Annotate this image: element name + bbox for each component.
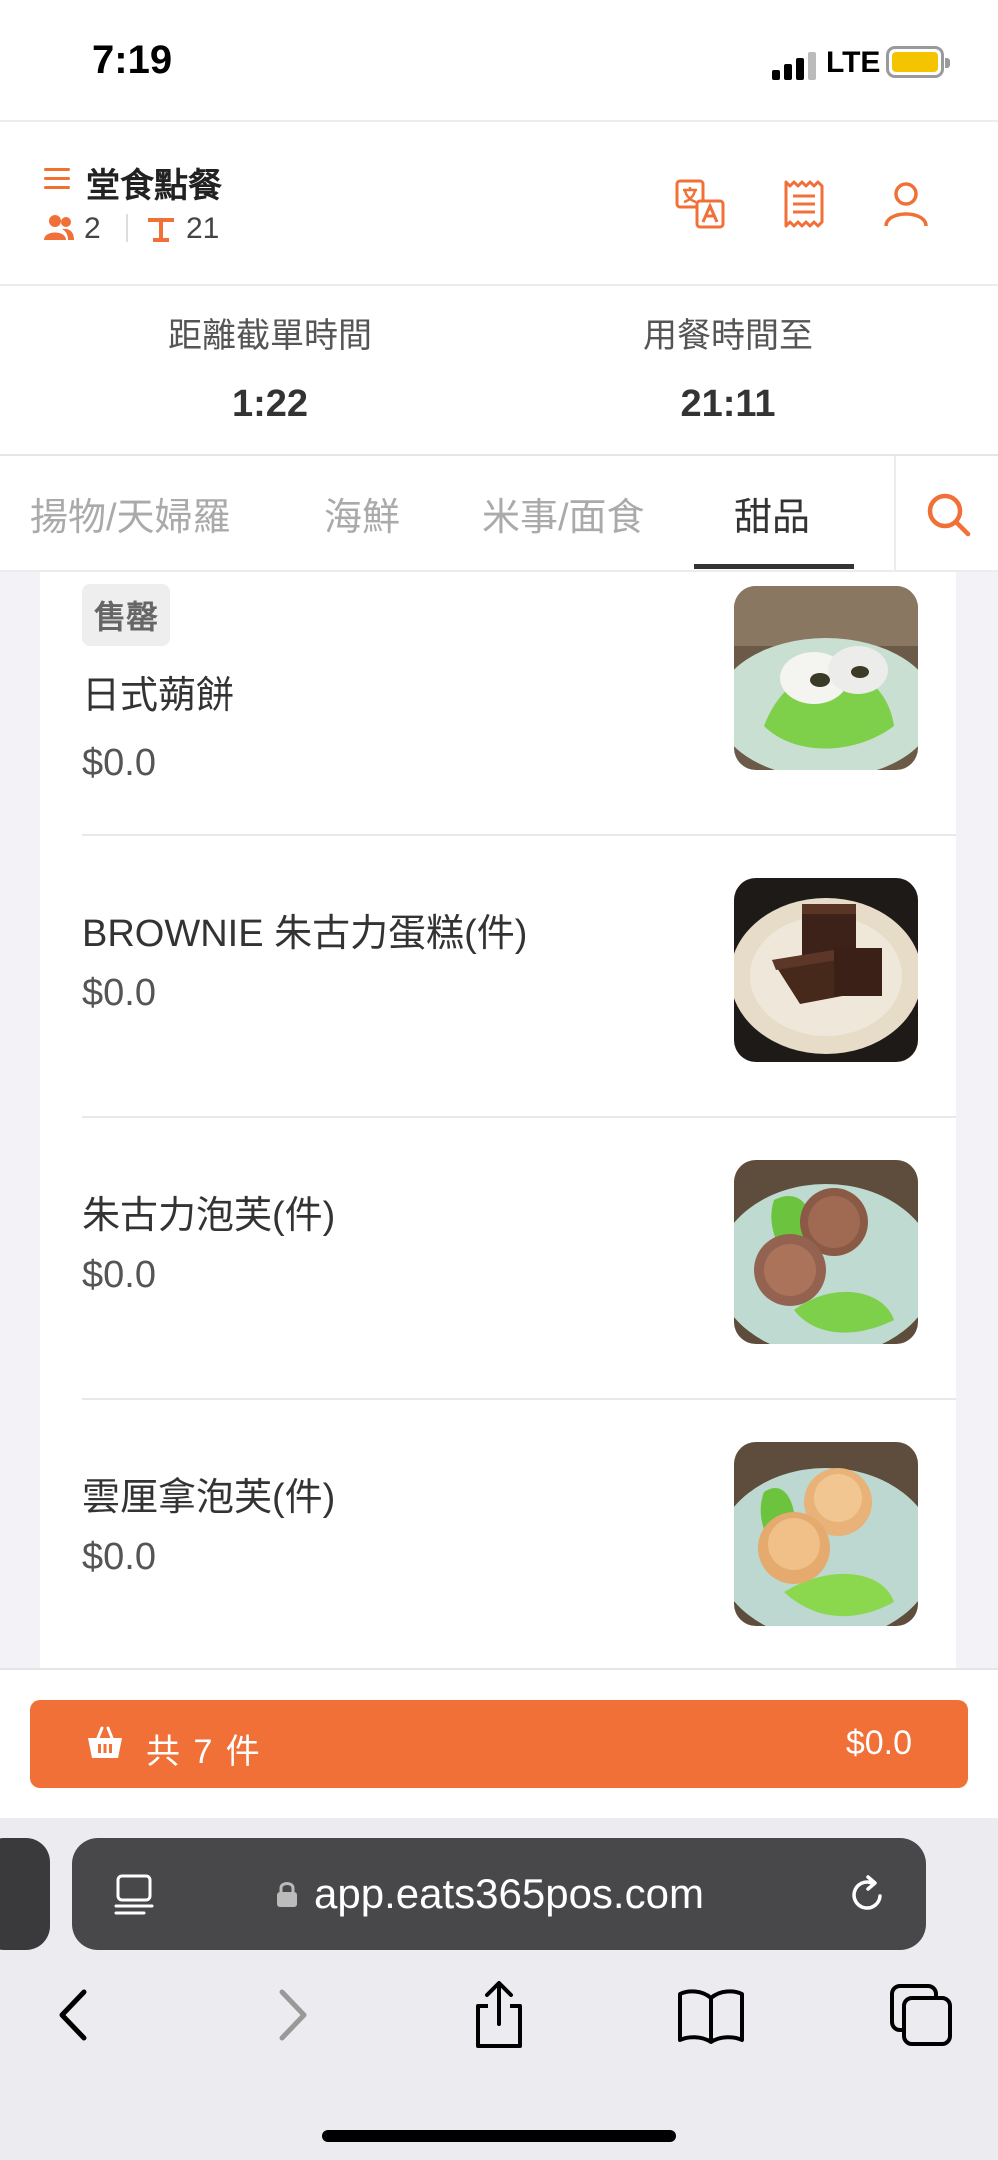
cart-total: $0.0 <box>845 1724 912 1762</box>
dining-timer: 用餐時間至 21:11 <box>528 308 928 426</box>
item-image <box>734 878 918 1062</box>
tab-rice-noodles[interactable]: 米事/面食 <box>482 486 645 541</box>
forward-button[interactable] <box>256 1980 326 2050</box>
share-button[interactable] <box>464 1980 534 2050</box>
timer-panel: 距離截單時間 1:22 用餐時間至 21:11 <box>0 286 998 456</box>
header-divider <box>126 214 128 242</box>
list-item[interactable]: BROWNIE 朱古力蛋糕(件) $0.0 <box>40 836 956 1118</box>
chevron-left-icon <box>59 1989 87 2041</box>
tab-seafood[interactable]: 海鮮 <box>324 486 400 541</box>
search-button[interactable] <box>894 456 998 570</box>
item-price: $0.0 <box>82 1254 156 1296</box>
battery-icon <box>886 46 950 78</box>
home-indicator <box>322 2130 676 2142</box>
table-icon <box>148 218 174 242</box>
translate-icon <box>675 179 725 229</box>
item-price: $0.0 <box>82 972 156 1014</box>
item-image <box>734 1442 918 1626</box>
guests-icon <box>44 215 74 240</box>
bookmarks-button[interactable] <box>676 1980 746 2050</box>
item-price: $0.0 <box>82 1536 156 1578</box>
item-name: 雲厘拿泡芙(件) <box>82 1477 336 1519</box>
status-bar: 7:19 LTE <box>0 0 998 120</box>
dining-label: 用餐時間至 <box>643 317 813 355</box>
item-image <box>734 586 918 770</box>
receipt-icon <box>784 180 824 228</box>
account-button[interactable] <box>880 178 932 230</box>
tab-fried[interactable]: 揚物/天婦羅 <box>30 486 231 541</box>
guest-count: 2 <box>84 212 101 245</box>
cart-button[interactable]: 共 7 件 $0.0 <box>30 1700 968 1788</box>
active-tab-indicator <box>694 564 854 569</box>
tabs-button[interactable] <box>886 1980 956 2050</box>
cart-area: 共 7 件 $0.0 <box>0 1668 998 1818</box>
item-name: 日式蒴餅 <box>82 675 235 717</box>
address-bar[interactable]: app.eats365pos.com <box>72 1838 926 1950</box>
search-icon <box>927 493 971 537</box>
dining-value: 21:11 <box>680 383 776 425</box>
back-button[interactable] <box>40 1980 110 2050</box>
list-item[interactable]: 售罄 日式蒴餅 $0.0 <box>40 572 956 836</box>
previous-tab-preview[interactable] <box>0 1838 50 1950</box>
list-item[interactable]: 朱古力泡芙(件) $0.0 <box>40 1118 956 1400</box>
hamburger-menu-icon[interactable] <box>44 168 70 190</box>
item-name: BROWNIE 朱古力蛋糕(件) <box>82 913 528 955</box>
page-title: 堂食點餐 <box>86 167 222 205</box>
app-header: 堂食點餐 2 21 <box>0 120 998 286</box>
menu-list: 售罄 日式蒴餅 $0.0 BROWNIE 朱古力蛋糕(件) $0.0 朱古力泡芙… <box>40 572 956 1668</box>
table-number: 21 <box>186 212 220 245</box>
tabs-icon <box>890 1984 952 2046</box>
user-icon <box>884 182 928 227</box>
item-name: 朱古力泡芙(件) <box>82 1195 336 1237</box>
book-icon <box>678 1989 744 2044</box>
chevron-right-icon <box>279 1989 307 2041</box>
page-menu-icon[interactable] <box>114 1874 154 1916</box>
url-text: app.eats365pos.com <box>314 1870 704 1917</box>
list-item[interactable]: 雲厘拿泡芙(件) $0.0 <box>40 1400 956 1668</box>
status-time: 7:19 <box>92 38 173 82</box>
cutoff-label: 距離截單時間 <box>168 317 372 355</box>
lock-icon <box>277 1882 297 1907</box>
tab-desserts[interactable]: 甜品 <box>734 486 810 541</box>
item-image <box>734 1160 918 1344</box>
translate-button[interactable] <box>674 178 726 230</box>
item-price: $0.0 <box>82 742 156 784</box>
cart-count: 共 7 件 <box>146 1733 262 1771</box>
sold-out-badge: 售罄 <box>82 584 171 646</box>
category-tabs: 揚物/天婦羅 海鮮 米事/面食 甜品 <box>0 456 998 572</box>
cutoff-timer: 距離截單時間 1:22 <box>70 308 470 426</box>
browser-toolbar: app.eats365pos.com <box>0 1818 998 2160</box>
basket-icon <box>88 1726 122 1758</box>
order-history-button[interactable] <box>778 178 830 230</box>
network-label: LTE <box>826 46 881 79</box>
share-icon <box>476 1981 522 2048</box>
signal-icon <box>772 50 818 80</box>
reload-icon[interactable] <box>846 1874 888 1916</box>
cutoff-value: 1:22 <box>231 383 309 425</box>
